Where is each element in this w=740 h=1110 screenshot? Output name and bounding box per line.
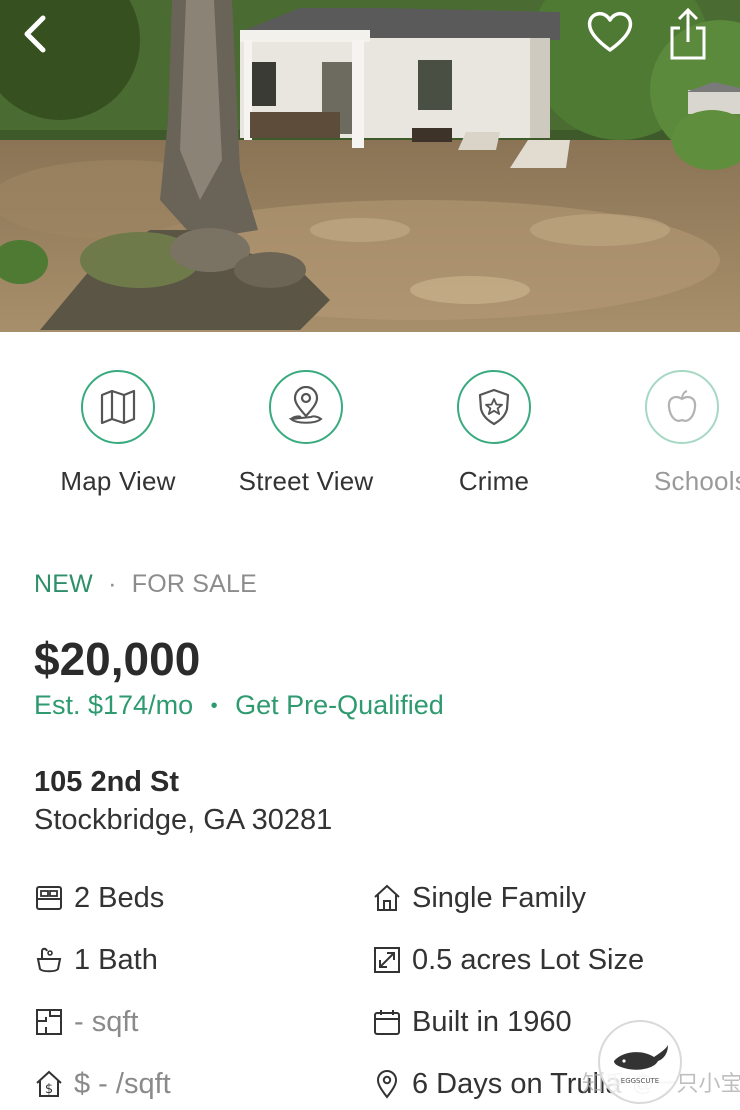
location-pin-icon xyxy=(370,1067,404,1101)
street-address: 105 2nd St xyxy=(34,766,180,798)
price-per-sqft-value: $ - /sqft xyxy=(74,1067,171,1100)
fact-year-built: Built in 1960 xyxy=(370,1000,572,1044)
map-view-circle xyxy=(81,370,155,444)
fact-sqft: - sqft xyxy=(32,1000,138,1044)
crime-button[interactable]: Crime xyxy=(394,370,594,497)
schools-circle xyxy=(645,370,719,444)
listing-status: NEW · FOR SALE xyxy=(34,570,257,599)
house-dollar-icon: $ xyxy=(32,1067,66,1101)
fact-baths: 1 Bath xyxy=(32,938,158,982)
crime-label: Crime xyxy=(458,466,530,496)
floorplan-icon xyxy=(32,1005,66,1039)
payment-estimate-row: Est. $174/mo • Get Pre-Qualified xyxy=(34,690,444,721)
status-new-badge: NEW xyxy=(34,570,93,598)
status-for-sale: FOR SALE xyxy=(131,570,258,598)
bed-icon xyxy=(32,881,66,915)
street-view-label: Street View xyxy=(238,466,374,496)
heart-icon xyxy=(587,12,633,52)
watermark-badge: EGGSCUTE xyxy=(598,1020,682,1104)
chevron-left-icon xyxy=(24,15,46,53)
listing-photo[interactable] xyxy=(0,0,740,332)
shield-star-icon xyxy=(478,388,510,426)
map-view-label: Map View xyxy=(60,466,176,496)
lot-size-value: 0.5 acres Lot Size xyxy=(412,943,645,976)
schools-label: Schools xyxy=(654,466,740,496)
map-icon xyxy=(100,389,136,425)
street-view-circle xyxy=(269,370,343,444)
share-icon xyxy=(670,7,706,60)
share-button[interactable] xyxy=(664,4,712,64)
calendar-icon xyxy=(370,1005,404,1039)
monthly-estimate-link[interactable]: Est. $174/mo xyxy=(34,690,193,720)
crime-circle xyxy=(457,370,531,444)
expand-arrows-icon xyxy=(370,943,404,977)
fact-lot-size: 0.5 acres Lot Size xyxy=(370,938,644,982)
city-state-zip: Stockbridge, GA 30281 xyxy=(34,804,333,836)
back-button[interactable] xyxy=(10,10,58,58)
fact-home-type: Single Family xyxy=(370,876,586,920)
location-pin-icon xyxy=(288,386,323,424)
beds-value: 2 Beds xyxy=(74,881,165,914)
street-view-button[interactable]: Street View xyxy=(206,370,406,497)
favorite-button[interactable] xyxy=(584,6,636,58)
apple-icon xyxy=(667,390,697,422)
year-built-value: Built in 1960 xyxy=(412,1005,572,1038)
fact-price-per-sqft: $ $ - /sqft xyxy=(32,1062,171,1106)
watermark-badge-text: EGGSCUTE xyxy=(621,1077,659,1085)
estimate-separator: • xyxy=(210,695,218,718)
map-view-button[interactable]: Map View xyxy=(18,370,218,497)
get-prequalified-link[interactable]: Get Pre-Qualified xyxy=(235,690,444,720)
status-separator: · xyxy=(108,570,117,598)
baths-value: 1 Bath xyxy=(74,943,158,976)
svg-text:$: $ xyxy=(45,1082,53,1097)
home-type-value: Single Family xyxy=(412,881,587,914)
schools-button[interactable]: Schools xyxy=(582,370,740,497)
quick-actions: Map View Street View Crime Schools xyxy=(0,370,740,510)
sqft-value: - sqft xyxy=(74,1005,139,1038)
house-icon xyxy=(370,881,404,915)
bathtub-icon xyxy=(32,943,66,977)
listing-price: $20,000 xyxy=(34,633,201,685)
whale-logo-icon: EGGSCUTE xyxy=(614,1045,668,1085)
fact-beds: 2 Beds xyxy=(32,876,164,920)
